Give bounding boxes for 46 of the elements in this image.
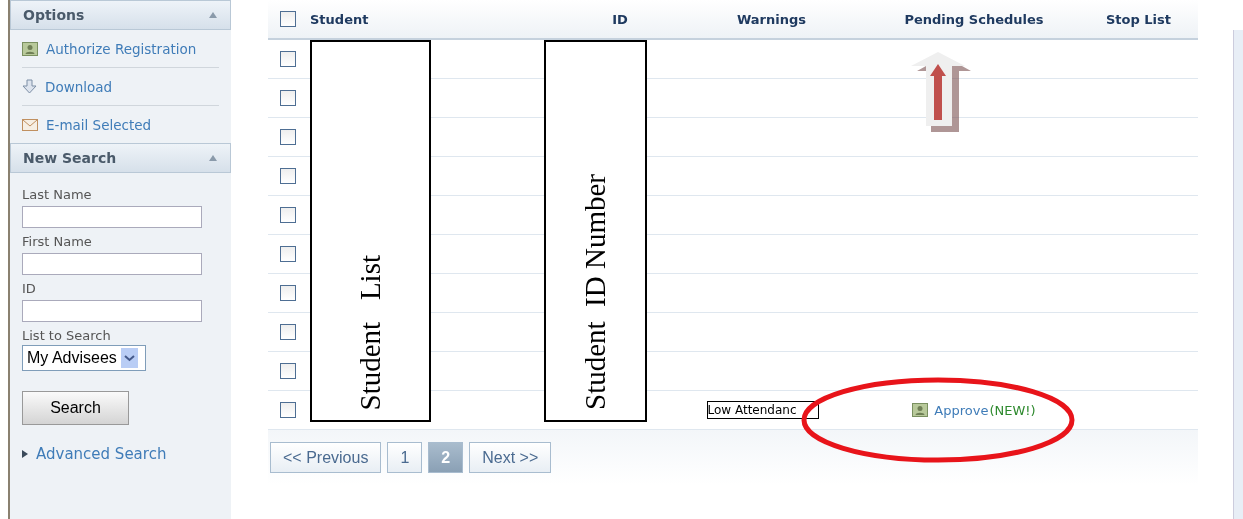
previous-button[interactable]: << Previous [270,442,382,473]
select-all-checkbox[interactable] [280,11,296,27]
field-label: Last Name [22,187,93,202]
search-button[interactable]: Search [22,391,129,425]
person-card-icon [22,41,38,56]
input-field[interactable] [22,206,202,228]
approve-link[interactable]: Approve [912,402,989,418]
scrollbar[interactable] [1233,30,1243,519]
envelope-icon [22,118,38,131]
down-arrow-icon [22,79,37,94]
field-label: ID [22,281,37,296]
sidebar-link[interactable]: E-mail Selected [22,106,219,143]
field-label: First Name [22,234,93,249]
annotation-text: Student List [354,254,387,410]
advanced-search-link[interactable]: Advanced Search [22,445,219,463]
row-checkbox[interactable] [280,207,296,223]
sidebar-link[interactable]: Download [22,68,219,106]
row-checkbox[interactable] [280,246,296,262]
row-checkbox[interactable] [280,285,296,301]
field-label: List to Search [22,328,112,343]
row-checkbox[interactable] [280,168,296,184]
list-dropdown[interactable]: My Advisees [22,345,146,371]
row-checkbox[interactable] [280,51,296,67]
row-checkbox[interactable] [280,90,296,106]
column-header: Pending Schedules [903,11,1045,27]
new-note: (NEW!) [989,402,1036,418]
page-button[interactable]: 1 [387,442,423,473]
annotation-text: Student ID Number [579,174,612,410]
next-button[interactable]: Next >> [469,442,552,473]
panel-title: New Search [23,150,117,166]
panel-title: Options [23,7,85,23]
warning-text: Low Attendanc [706,401,819,419]
column-header: Warnings [735,11,808,27]
input-field[interactable] [22,300,202,322]
dropdown-caret-icon [120,348,138,368]
column-header: Student [310,11,370,27]
sidebar-link[interactable]: Authorize Registration [22,30,219,68]
triangle-icon [22,450,28,458]
row-checkbox[interactable] [280,324,296,340]
column-header: Stop List [1104,11,1172,27]
row-checkbox[interactable] [280,402,296,418]
column-header: ID [611,11,629,27]
row-checkbox[interactable] [280,363,296,379]
person-card-icon [912,403,929,417]
row-checkbox[interactable] [280,129,296,145]
input-field[interactable] [22,253,202,275]
